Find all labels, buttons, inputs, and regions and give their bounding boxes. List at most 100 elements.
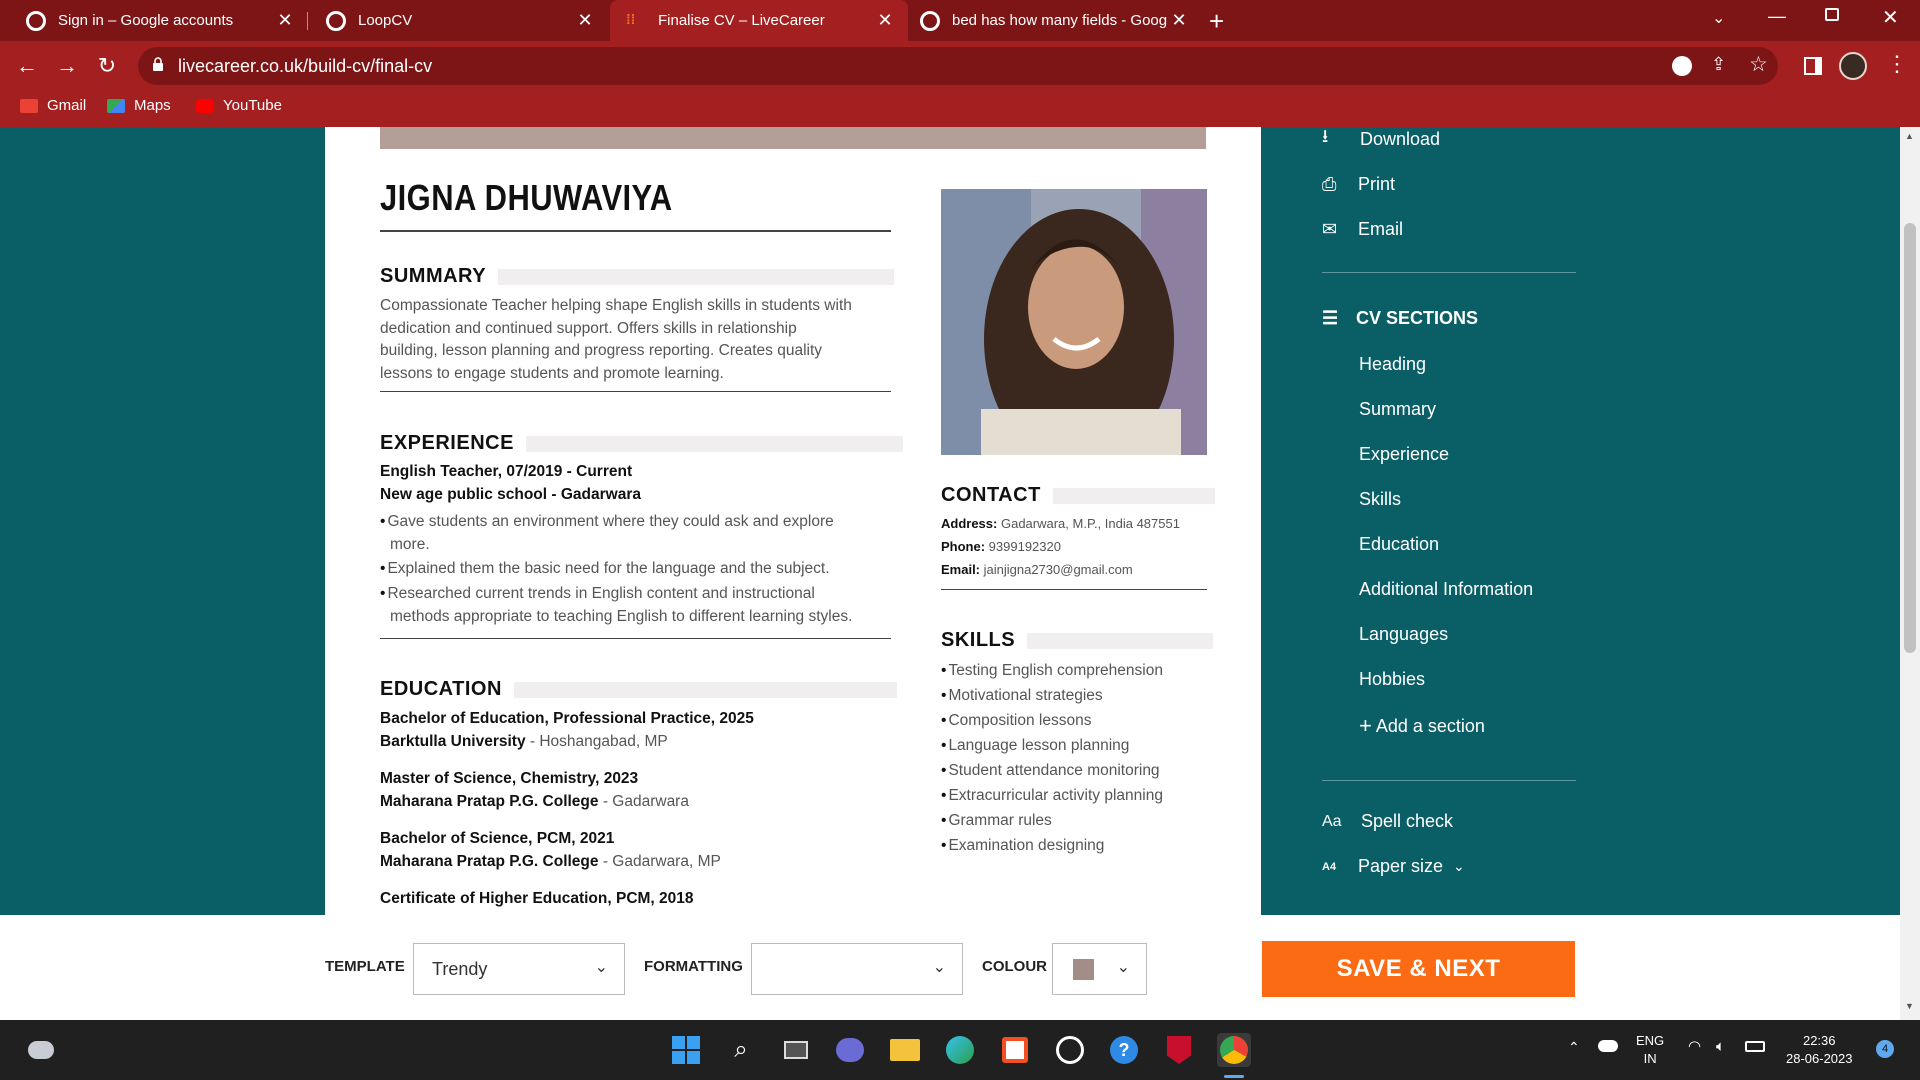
colour-swatch xyxy=(1073,959,1094,980)
app-icon[interactable] xyxy=(1053,1033,1087,1067)
minimize-button[interactable]: — xyxy=(1768,6,1786,27)
skill-item: Extracurricular activity planning xyxy=(941,784,1163,807)
file-explorer-icon[interactable] xyxy=(888,1033,922,1067)
section-link-experience[interactable]: Experience xyxy=(1359,444,1449,465)
bookmark-maps[interactable]: Maps xyxy=(107,97,171,114)
summary-text: Compassionate Teacher helping shape Engl… xyxy=(380,297,852,382)
address-bar[interactable]: livecareer.co.uk/build-cv/final-cv ⇪ ☆ xyxy=(138,47,1778,85)
restore-button[interactable] xyxy=(1825,8,1839,21)
template-value: Trendy xyxy=(432,959,488,979)
close-tab-icon[interactable]: ✕ xyxy=(874,10,896,31)
reload-button[interactable]: ↻ xyxy=(92,51,122,81)
google-icon xyxy=(920,10,940,31)
tab-loopcv[interactable]: LoopCV ✕ xyxy=(310,0,608,41)
page-scrollbar[interactable]: ▲ ▼ xyxy=(1900,127,1920,1020)
spell-check-button[interactable]: Aa Spell check xyxy=(1322,811,1453,832)
mcafee-icon[interactable] xyxy=(1162,1033,1196,1067)
section-link-skills[interactable]: Skills xyxy=(1359,489,1401,510)
kebab-menu-icon[interactable]: ⋮ xyxy=(1886,51,1908,77)
education-heading: EDUCATION xyxy=(380,678,897,701)
formatting-label: FORMATTING xyxy=(644,958,743,975)
print-button[interactable]: ⎙ Print xyxy=(1322,172,1395,196)
new-tab-button[interactable]: + xyxy=(1209,6,1224,37)
tab-google-search[interactable]: bed has how many fields - Google Search … xyxy=(912,0,1202,41)
education-entry: Bachelor of Education, Professional Prac… xyxy=(380,710,754,750)
volume-icon[interactable]: 🔈︎ xyxy=(1716,1038,1725,1056)
wifi-icon[interactable]: ◠ xyxy=(1688,1038,1701,1056)
start-button[interactable] xyxy=(669,1033,703,1067)
paper-size-button[interactable]: A4 Paper size ⌄ xyxy=(1322,856,1465,877)
formatting-select[interactable]: ⌄ xyxy=(751,943,963,995)
cv-header-bar xyxy=(380,127,1206,149)
profile-photo xyxy=(941,189,1207,455)
share-icon[interactable]: ⇪ xyxy=(1711,54,1726,75)
plus-icon: + xyxy=(1359,713,1372,738)
section-link-hobbies[interactable]: Hobbies xyxy=(1359,669,1425,690)
teams-chat-icon[interactable] xyxy=(833,1033,867,1067)
task-view-icon[interactable] xyxy=(779,1033,813,1067)
forward-button[interactable]: → xyxy=(52,51,82,81)
close-tab-icon[interactable]: ✕ xyxy=(574,10,596,31)
language-indicator[interactable]: ENG IN xyxy=(1636,1032,1664,1068)
experience-role: English Teacher, 07/2019 - Current xyxy=(380,463,633,480)
battery-icon[interactable] xyxy=(1745,1041,1765,1052)
add-section-button[interactable]: + Add a section xyxy=(1359,713,1485,739)
skill-item: Examination designing xyxy=(941,834,1104,857)
skill-item: Grammar rules xyxy=(941,809,1051,832)
colour-select[interactable]: ⌄ xyxy=(1052,943,1147,995)
list-item: Explained them the basic need for the la… xyxy=(380,557,900,580)
section-link-additional-information[interactable]: Additional Information xyxy=(1359,579,1533,600)
tab-google-accounts[interactable]: Sign in – Google accounts ✕ xyxy=(10,0,308,41)
weather-icon[interactable] xyxy=(24,1033,58,1067)
bookmark-label: Gmail xyxy=(47,97,87,114)
skill-item: Composition lessons xyxy=(941,709,1091,732)
chrome-icon[interactable] xyxy=(1217,1033,1251,1067)
section-link-heading[interactable]: Heading xyxy=(1359,354,1426,375)
show-hidden-icons-chevron[interactable]: ⌃ xyxy=(1568,1038,1580,1056)
download-button[interactable]: ⭳ Download xyxy=(1322,127,1440,151)
scrollbar-thumb[interactable] xyxy=(1904,223,1916,653)
list-icon: ☰ xyxy=(1322,308,1339,328)
tab-livecareer[interactable]: ⁞⁞ Finalise CV – LiveCareer ✕ xyxy=(610,0,908,41)
contact-phone: Phone: 9399192320 xyxy=(941,539,1061,554)
bookmark-gmail[interactable]: Gmail xyxy=(20,97,86,114)
scroll-down-icon[interactable]: ▼ xyxy=(1905,1001,1914,1011)
section-link-languages[interactable]: Languages xyxy=(1359,624,1448,645)
skill-item: Testing English comprehension xyxy=(941,659,1163,682)
notification-badge[interactable]: 4 xyxy=(1876,1040,1894,1058)
education-entry: Certificate of Higher Education, PCM, 20… xyxy=(380,890,694,907)
section-link-education[interactable]: Education xyxy=(1359,534,1439,555)
template-select[interactable]: Trendy ⌄ xyxy=(413,943,625,995)
bookmark-youtube[interactable]: YouTube xyxy=(196,97,282,114)
section-link-summary[interactable]: Summary xyxy=(1359,399,1436,420)
edge-icon[interactable] xyxy=(943,1033,977,1067)
clock[interactable]: 22:36 28-06-2023 xyxy=(1786,1032,1853,1068)
bookmark-star-icon[interactable]: ☆ xyxy=(1749,52,1768,77)
skill-item: Student attendance monitoring xyxy=(941,759,1159,782)
microsoft-store-icon[interactable] xyxy=(998,1033,1032,1067)
google-lens-icon[interactable] xyxy=(1672,56,1692,76)
onedrive-icon[interactable] xyxy=(1598,1040,1618,1052)
back-button[interactable]: ← xyxy=(12,51,42,81)
envelope-icon: ✉ xyxy=(1322,218,1338,239)
divider xyxy=(380,391,891,392)
spell-check-icon: Aa xyxy=(1322,812,1342,830)
save-next-button[interactable]: SAVE & NEXT xyxy=(1262,941,1575,997)
tab-search-chevron-icon[interactable]: ⌄ xyxy=(1712,8,1725,28)
close-tab-icon[interactable]: ✕ xyxy=(274,10,296,31)
email-button[interactable]: ✉ Email xyxy=(1322,217,1403,241)
skill-item: Motivational strategies xyxy=(941,684,1102,707)
profile-avatar[interactable] xyxy=(1839,52,1867,80)
search-icon[interactable]: ⌕ xyxy=(724,1033,758,1067)
chevron-down-icon: ⌄ xyxy=(1116,959,1130,976)
help-icon[interactable]: ? xyxy=(1107,1033,1141,1067)
bottom-toolbar: TEMPLATE Trendy ⌄ FORMATTING ⌄ COLOUR ⌄ … xyxy=(0,915,1900,1020)
divider xyxy=(941,589,1207,590)
scroll-up-icon[interactable]: ▲ xyxy=(1905,131,1914,141)
colour-label: COLOUR xyxy=(982,958,1047,975)
skill-item: Language lesson planning xyxy=(941,734,1129,757)
close-tab-icon[interactable]: ✕ xyxy=(1168,10,1190,31)
loopcv-icon xyxy=(326,10,346,31)
close-window-button[interactable]: ✕ xyxy=(1882,5,1899,30)
side-panel-icon[interactable] xyxy=(1804,57,1822,75)
